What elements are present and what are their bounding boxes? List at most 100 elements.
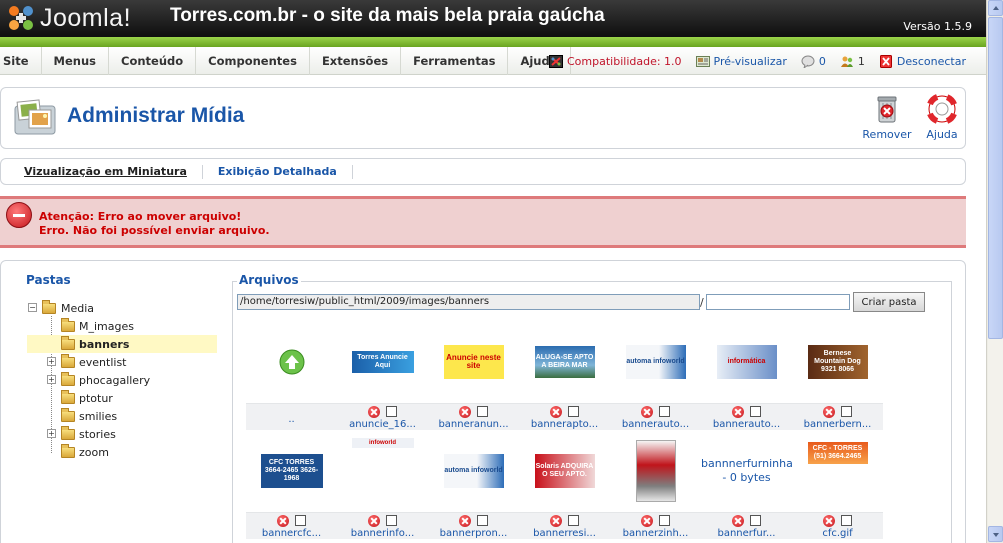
expand-toggle[interactable]: +	[47, 429, 56, 438]
menu-extensoes[interactable]: Extensões	[310, 46, 402, 75]
banner-thumb[interactable]	[635, 440, 676, 502]
file-item[interactable]: CFC TORRES 3664-2465 3626-1968 bannercfc…	[246, 430, 337, 539]
banner-thumb[interactable]: Anuncie neste site	[443, 345, 504, 379]
folder-node-phocagallery[interactable]: + phocagallery	[27, 371, 217, 389]
banner-thumb[interactable]: infoworld	[351, 438, 414, 448]
thumb[interactable]: infoworld	[337, 430, 428, 512]
file-item[interactable]: Solaris ADQUIRA O SEU APTO. bannerresi..…	[519, 430, 610, 539]
thumb[interactable]: automa infoworld	[610, 321, 701, 403]
file-name[interactable]: bannerfur...	[701, 528, 792, 539]
delete-icon[interactable]	[732, 514, 744, 527]
file-item[interactable]: informática bannerauto...	[701, 321, 792, 430]
collapse-toggle[interactable]: −	[28, 303, 37, 312]
delete-icon[interactable]	[459, 514, 471, 527]
messages-count[interactable]: 0	[801, 55, 826, 69]
folder-node-banners[interactable]: banners	[27, 335, 217, 353]
file-item-up[interactable]: ..	[246, 321, 337, 430]
select-checkbox[interactable]	[750, 515, 761, 526]
create-folder-button[interactable]: Criar pasta	[853, 292, 925, 312]
delete-icon[interactable]	[641, 405, 653, 418]
file-name[interactable]: bannerapto...	[519, 419, 610, 430]
thumb[interactable]	[610, 430, 701, 512]
delete-icon[interactable]	[368, 405, 380, 418]
banner-thumb[interactable]: informática	[716, 345, 777, 379]
help-button[interactable]: Ajuda	[916, 93, 968, 141]
compat-status[interactable]: Compatibilidade: 1.0	[549, 54, 682, 68]
current-path-field[interactable]: /home/torresiw/public_html/2009/images/b…	[237, 294, 700, 310]
thumb[interactable]: Bernese Mountain Dog 9321 8066	[792, 321, 883, 403]
file-name[interactable]: cfc.gif	[792, 528, 883, 539]
menu-conteudo[interactable]: Conteúdo	[109, 46, 197, 75]
select-checkbox[interactable]	[841, 406, 852, 417]
banner-thumb[interactable]: automa infoworld	[625, 345, 686, 379]
delete-icon[interactable]	[823, 514, 835, 527]
delete-icon[interactable]	[459, 405, 471, 418]
logout-link[interactable]: Desconectar	[879, 54, 966, 68]
thumb[interactable]: CFC - TORRES (51) 3664.2465	[792, 430, 883, 512]
folder-node-m-images[interactable]: M_images	[27, 317, 217, 335]
folder-node-eventlist[interactable]: + eventlist	[27, 353, 217, 371]
scroll-down-button[interactable]	[988, 526, 1003, 542]
page-scrollbar[interactable]	[986, 0, 1003, 543]
banner-thumb[interactable]: Bernese Mountain Dog 9321 8066	[807, 345, 868, 379]
file-name[interactable]: bannerresi...	[519, 528, 610, 539]
folder-up-icon[interactable]	[278, 348, 306, 376]
select-checkbox[interactable]	[750, 406, 761, 417]
delete-icon[interactable]	[823, 405, 835, 418]
file-item[interactable]: Torres Anuncie Aqui anuncie_16...	[337, 321, 428, 430]
file-name[interactable]: banneranun...	[428, 419, 519, 430]
file-item[interactable]: bannerzinh...	[610, 430, 701, 539]
select-checkbox[interactable]	[659, 406, 670, 417]
file-item[interactable]: ALUGA-SE APTO A BEIRA MAR bannerapto...	[519, 321, 610, 430]
delete-icon[interactable]	[641, 514, 653, 527]
banner-thumb[interactable]: Torres Anuncie Aqui	[351, 351, 414, 373]
delete-icon[interactable]	[368, 514, 380, 527]
select-checkbox[interactable]	[568, 515, 579, 526]
tab-detail-view[interactable]: Exibição Detalhada	[203, 164, 353, 179]
thumb[interactable]: Torres Anuncie Aqui	[337, 321, 428, 403]
folder-node-zoom[interactable]: zoom	[27, 443, 217, 461]
remove-button[interactable]: Remover	[861, 94, 913, 141]
thumb[interactable]: Anuncie neste site	[428, 321, 519, 403]
thumb[interactable]: ALUGA-SE APTO A BEIRA MAR	[519, 321, 610, 403]
thumb[interactable]: bannnerfurninha2. - 0 bytes	[701, 430, 803, 512]
missing-image-text[interactable]: bannnerfurninha2. - 0 bytes	[701, 457, 803, 485]
expand-toggle[interactable]: +	[47, 375, 56, 384]
file-name[interactable]: bannerpron...	[428, 528, 519, 539]
select-checkbox[interactable]	[659, 515, 670, 526]
banner-thumb[interactable]: Solaris ADQUIRA O SEU APTO.	[534, 454, 595, 488]
folder-node-stories[interactable]: + stories	[27, 425, 217, 443]
file-item[interactable]: infoworld bannerinfo...	[337, 430, 428, 539]
select-checkbox[interactable]	[568, 406, 579, 417]
file-item[interactable]: automa infoworld bannerpron...	[428, 430, 519, 539]
file-item[interactable]: bannnerfurninha2. - 0 bytes bannerfur...	[701, 430, 803, 539]
folder-node-media[interactable]: − Media	[27, 299, 217, 317]
select-checkbox[interactable]	[841, 515, 852, 526]
menu-componentes[interactable]: Componentes	[196, 46, 310, 75]
preview-link[interactable]: Pré-visualizar	[695, 55, 787, 68]
delete-icon[interactable]	[550, 514, 562, 527]
menu-menus[interactable]: Menus	[42, 46, 109, 75]
file-name[interactable]: bannerauto...	[701, 419, 792, 430]
file-item[interactable]: Bernese Mountain Dog 9321 8066 bannerber…	[792, 321, 883, 430]
file-item[interactable]: Anuncie neste site banneranun...	[428, 321, 519, 430]
delete-icon[interactable]	[550, 405, 562, 418]
scroll-up-button[interactable]	[988, 0, 1003, 16]
file-name[interactable]: bannerzinh...	[610, 528, 701, 539]
expand-toggle[interactable]: +	[47, 357, 56, 366]
banner-thumb[interactable]: automa infoworld	[443, 454, 504, 488]
tab-thumbnail-view[interactable]: Vizualização em Miniatura	[1, 164, 203, 179]
select-checkbox[interactable]	[386, 515, 397, 526]
file-name[interactable]: bannerbern...	[792, 419, 883, 430]
file-name[interactable]: ..	[246, 414, 337, 425]
file-item[interactable]: CFC - TORRES (51) 3664.2465 cfc.gif	[792, 430, 883, 539]
thumb[interactable]: informática	[701, 321, 792, 403]
file-name[interactable]: bannercfc...	[246, 528, 337, 539]
new-folder-input[interactable]	[706, 294, 850, 310]
users-count[interactable]: 1	[840, 55, 865, 68]
thumb[interactable]: automa infoworld	[428, 430, 519, 512]
thumb[interactable]: Solaris ADQUIRA O SEU APTO.	[519, 430, 610, 512]
delete-icon[interactable]	[732, 405, 744, 418]
file-item[interactable]: automa infoworld bannerauto...	[610, 321, 701, 430]
file-name[interactable]: anuncie_16...	[337, 419, 428, 430]
